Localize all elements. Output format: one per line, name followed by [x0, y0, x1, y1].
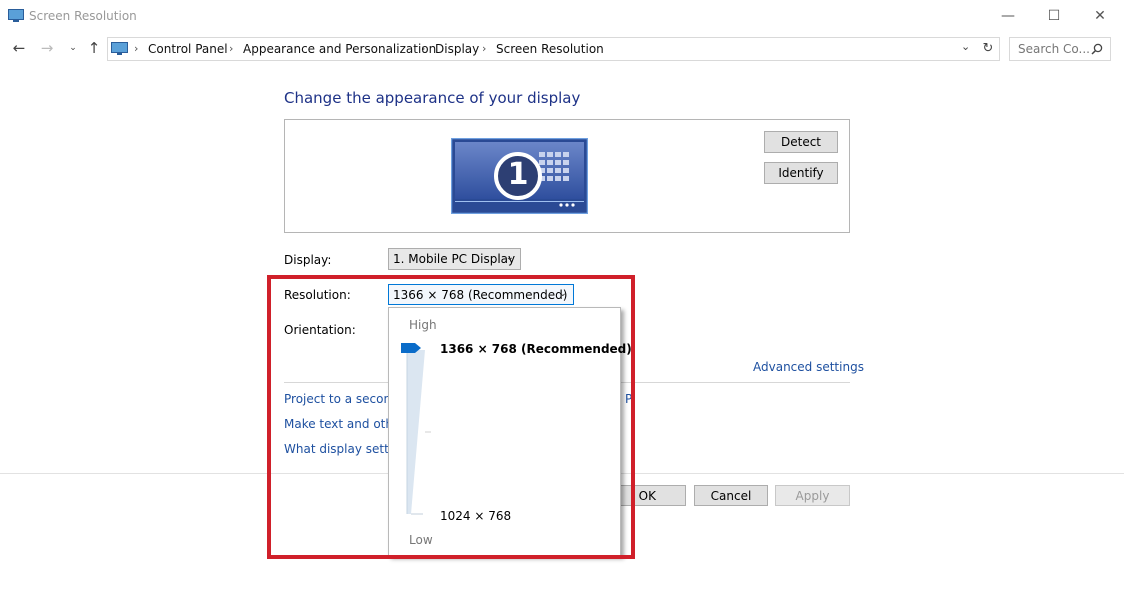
- breadcrumb-separator-icon: ›: [482, 42, 487, 55]
- display-select[interactable]: 1. Mobile PC Display ⌄: [388, 248, 521, 270]
- up-arrow-icon[interactable]: ↑: [85, 39, 103, 57]
- title-bar: Screen Resolution — ☐ ✕: [0, 0, 1124, 32]
- breadcrumb-control-panel[interactable]: Control Panel: [148, 42, 228, 56]
- red-highlight-frame: [267, 275, 635, 559]
- monitor-location-icon: [111, 42, 128, 55]
- minimize-button[interactable]: —: [985, 0, 1031, 32]
- chevron-down-icon: ⌄: [505, 252, 514, 263]
- close-button[interactable]: ✕: [1077, 0, 1123, 32]
- window-title: Screen Resolution: [29, 9, 137, 23]
- forward-arrow-icon[interactable]: →: [38, 39, 56, 57]
- search-icon[interactable]: [1091, 43, 1103, 55]
- advanced-settings-link[interactable]: Advanced settings: [753, 360, 864, 374]
- back-arrow-icon[interactable]: ←: [10, 39, 28, 57]
- breadcrumb-separator-icon: ›: [229, 42, 234, 55]
- breadcrumb-appearance[interactable]: Appearance and Personalization: [243, 42, 436, 56]
- screen-app-icon: [8, 9, 24, 22]
- breadcrumb-separator-icon: ›: [421, 42, 426, 55]
- apply-button[interactable]: Apply: [775, 485, 850, 506]
- refresh-icon[interactable]: ↻: [979, 39, 997, 57]
- breadcrumb-display[interactable]: Display: [435, 42, 479, 56]
- breadcrumb-screen-resolution[interactable]: Screen Resolution: [496, 42, 604, 56]
- page-title: Change the appearance of your display: [284, 89, 581, 107]
- address-history-chevron-icon[interactable]: ⌄: [961, 40, 970, 53]
- display-label: Display:: [284, 253, 332, 267]
- recent-locations-chevron-icon[interactable]: ⌄: [64, 39, 82, 57]
- maximize-button[interactable]: ☐: [1031, 0, 1077, 32]
- search-input[interactable]: Search Co...: [1018, 42, 1090, 56]
- display-select-value: 1. Mobile PC Display: [393, 252, 516, 266]
- cancel-button[interactable]: Cancel: [694, 485, 768, 506]
- breadcrumb-separator-icon: ›: [134, 42, 139, 55]
- monitor-number-label: 1: [507, 157, 529, 192]
- detect-button[interactable]: Detect: [764, 131, 838, 153]
- identify-button[interactable]: Identify: [764, 162, 838, 184]
